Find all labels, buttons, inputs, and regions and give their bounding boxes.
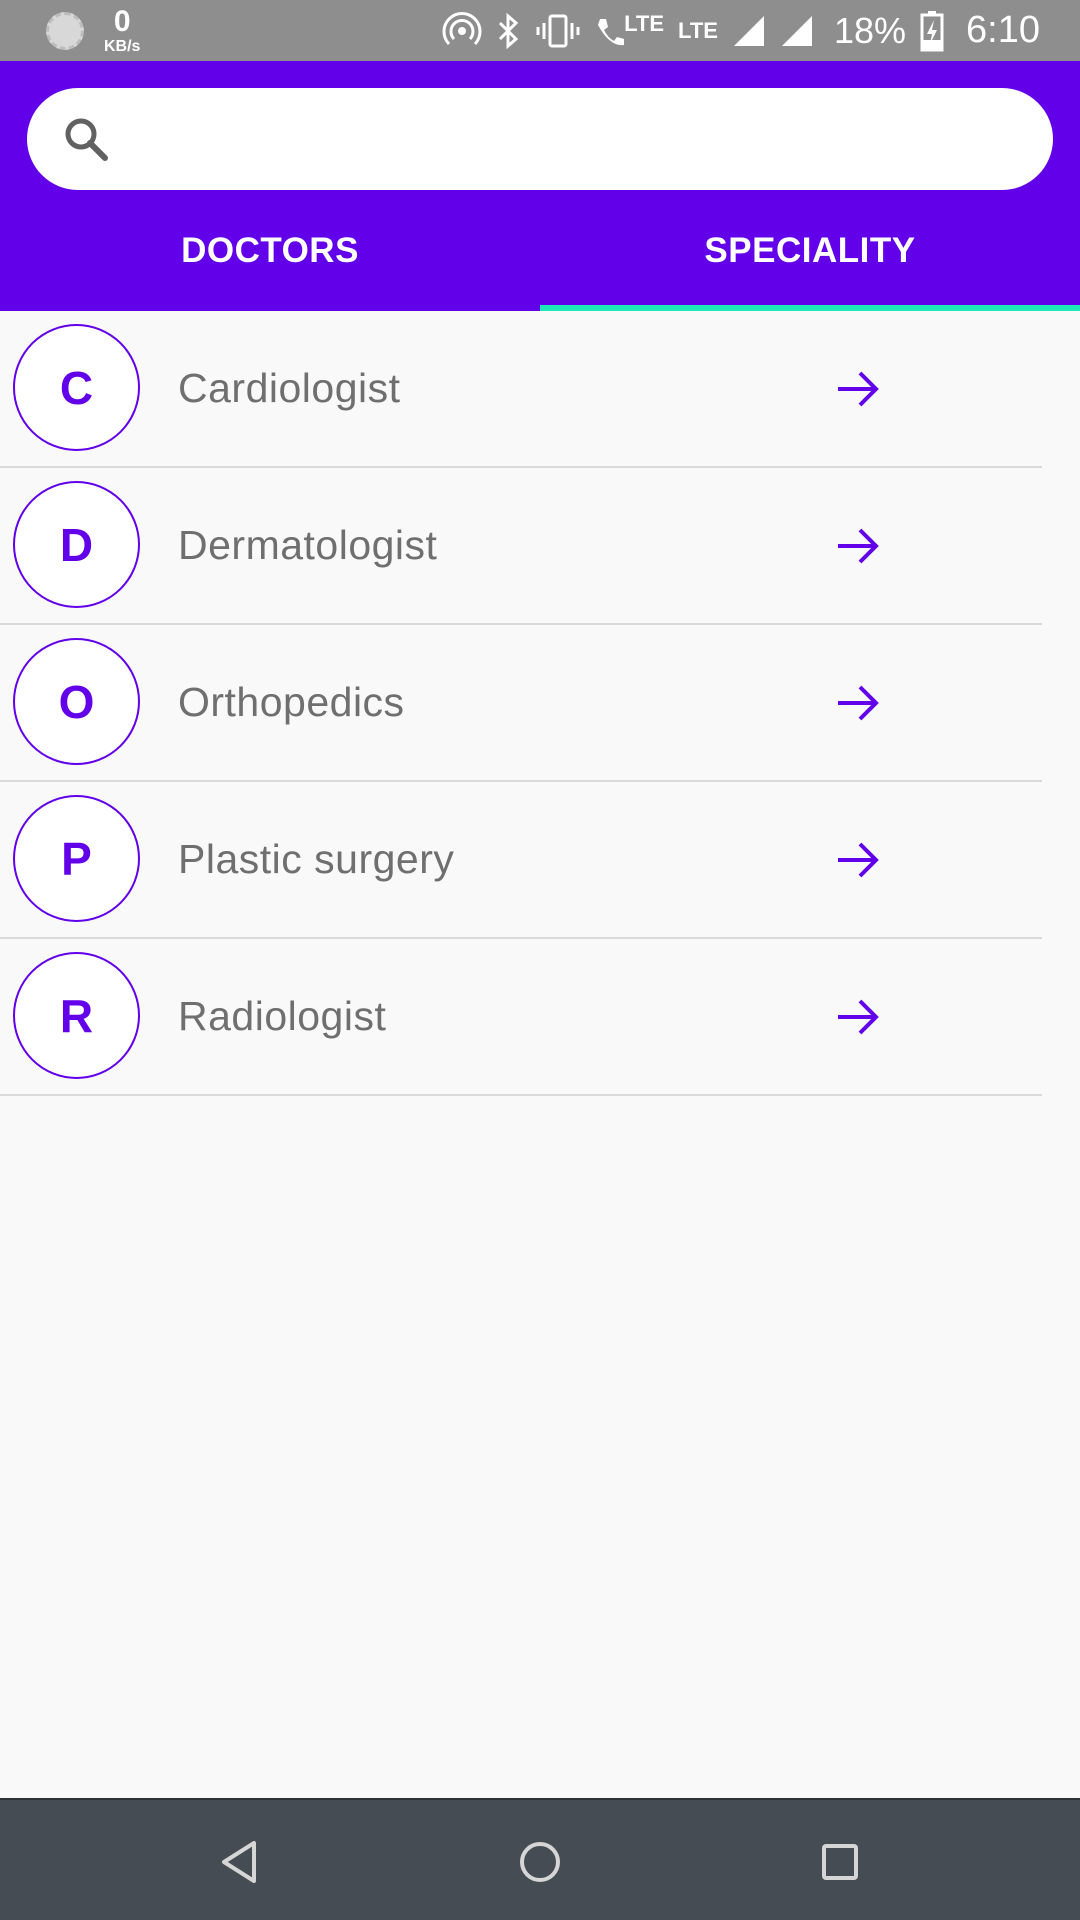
arrow-right-icon[interactable] [834,679,882,727]
status-bar: 0 KB/s LTE LTE 18% 6:10 [0,0,1080,61]
list-item-orthopedics[interactable]: O Orthopedics [0,625,1042,782]
list-item-label: Orthopedics [178,679,405,725]
list-item-label: Dermatologist [178,522,438,568]
list-item-label: Plastic surgery [178,836,455,882]
app-header: DOCTORS SPECIALITY [0,61,1080,311]
arrow-right-icon[interactable] [834,365,882,413]
avatar-initial: O [13,638,140,765]
network-speed: 0 KB/s [104,4,141,55]
tab-speciality-label: SPECIALITY [704,230,916,270]
battery-percent: 18% [833,9,907,51]
tab-doctors-label: DOCTORS [181,230,359,270]
battery-charging-icon [920,10,944,51]
arrow-right-icon[interactable] [834,993,882,1041]
lte-label-2: LTE [678,17,718,43]
list-item-radiologist[interactable]: R Radiologist [0,939,1042,1096]
clock: 6:10 [966,9,1040,51]
hotspot-icon [442,11,482,45]
lte-label-1: LTE [624,10,665,36]
network-speed-value: 0 [113,4,131,38]
bluetooth-icon [499,12,519,49]
arrow-right-icon[interactable] [834,522,882,570]
tab-speciality[interactable]: SPECIALITY [540,190,1080,311]
recents-square-icon[interactable] [815,1837,865,1887]
search-bar[interactable] [27,88,1053,190]
search-input[interactable] [129,88,1013,190]
speciality-list: C Cardiologist D Dermatologist O Orthope… [0,311,1080,1096]
avatar-initial: R [13,952,140,1079]
signal-icon-2 [781,15,812,46]
list-item-label: Radiologist [178,993,387,1039]
arrow-right-icon[interactable] [834,836,882,884]
system-nav-bar [0,1798,1080,1920]
list-item-label: Cardiologist [178,365,401,411]
tab-bar: DOCTORS SPECIALITY [0,190,1080,311]
search-icon [63,116,109,162]
back-triangle-icon[interactable] [216,1837,266,1887]
list-item-plastic-surgery[interactable]: P Plastic surgery [0,782,1042,939]
home-circle-icon[interactable] [515,1837,565,1887]
avatar-initial: P [13,795,140,922]
signal-icon-1 [733,15,764,46]
tab-doctors[interactable]: DOCTORS [0,190,540,311]
sync-icon [46,11,84,50]
list-item-cardiologist[interactable]: C Cardiologist [0,311,1042,468]
avatar-initial: C [13,324,140,451]
list-item-dermatologist[interactable]: D Dermatologist [0,468,1042,625]
vibrate-icon [536,14,580,47]
call-icon [598,18,625,45]
avatar-initial: D [13,481,140,608]
network-speed-unit: KB/s [104,37,141,55]
